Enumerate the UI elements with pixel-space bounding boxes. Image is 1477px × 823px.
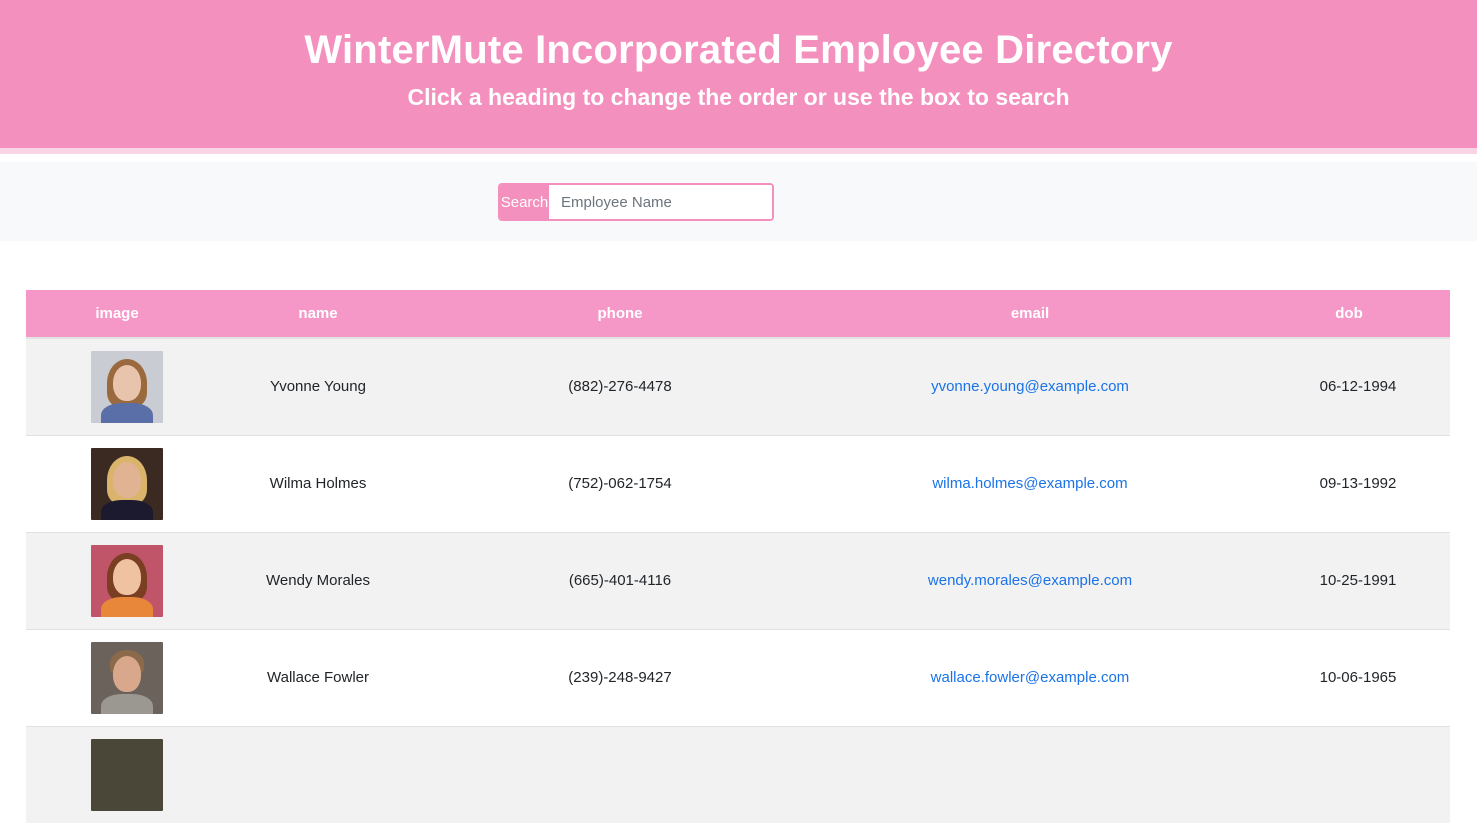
employee-email-link[interactable]: yvonne.young@example.com [931,378,1129,395]
column-header-name[interactable]: name [208,290,428,339]
employee-phone: (882)-276-4478 [428,337,812,435]
employee-name: Yvonne Young [208,337,428,435]
table-row: Wendy Morales (665)-401-4116 wendy.moral… [26,531,1450,629]
employee-name: Wilma Holmes [208,434,428,532]
table-row: Yvonne Young (882)-276-4478 yvonne.young… [26,337,1450,435]
page-header: WinterMute Incorporated Employee Directo… [0,0,1477,148]
image-cell [26,628,208,726]
employee-email-link[interactable]: wilma.holmes@example.com [932,475,1127,492]
employee-phone: (665)-401-4116 [428,531,812,629]
employee-name [208,725,428,823]
employee-dob: 09-13-1992 [1248,434,1450,532]
employee-dob [1248,725,1450,823]
header-divider [0,148,1477,154]
employee-phone: (752)-062-1754 [428,434,812,532]
page-subtitle: Click a heading to change the order or u… [407,84,1070,110]
email-cell: wallace.fowler@example.com [812,628,1248,726]
employee-photo [91,544,163,617]
email-cell [812,725,1248,823]
employee-photo [91,350,163,423]
employee-name: Wallace Fowler [208,628,428,726]
image-cell [26,337,208,435]
column-header-phone[interactable]: phone [428,290,812,339]
email-cell: yvonne.young@example.com [812,337,1248,435]
employee-photo [91,447,163,520]
email-cell: wendy.morales@example.com [812,531,1248,629]
table-row: Wallace Fowler (239)-248-9427 wallace.fo… [26,628,1450,726]
table-row: Wilma Holmes (752)-062-1754 wilma.holmes… [26,434,1450,532]
image-cell [26,725,208,823]
image-cell [26,434,208,532]
employee-dob: 10-25-1991 [1248,531,1450,629]
employee-dob: 10-06-1965 [1248,628,1450,726]
search-bar: Search [0,162,1477,241]
employee-email-link[interactable]: wallace.fowler@example.com [931,669,1130,686]
employee-email-link[interactable]: wendy.morales@example.com [928,572,1132,589]
column-header-email[interactable]: email [812,290,1248,339]
table-row [26,725,1450,823]
search-input[interactable] [549,185,772,219]
employee-photo [91,738,163,811]
employee-phone: (239)-248-9427 [428,628,812,726]
image-cell [26,531,208,629]
employee-table: image name phone email dob Yvonne Young … [26,290,1450,823]
employee-photo [91,641,163,714]
search-label: Search [500,185,549,219]
column-header-dob[interactable]: dob [1248,290,1450,339]
table-header-row: image name phone email dob [26,290,1450,339]
email-cell: wilma.holmes@example.com [812,434,1248,532]
employee-phone [428,725,812,823]
employee-dob: 06-12-1994 [1248,337,1450,435]
page-title: WinterMute Incorporated Employee Directo… [304,28,1173,72]
employee-name: Wendy Morales [208,531,428,629]
column-header-image[interactable]: image [26,290,208,339]
search-group: Search [498,183,774,221]
